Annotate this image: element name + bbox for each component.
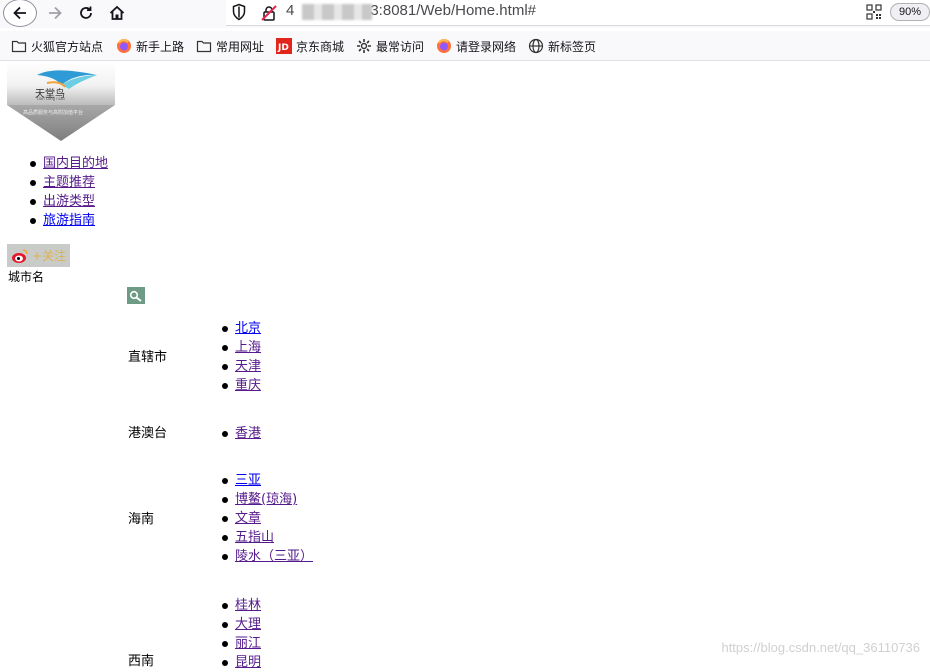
bookmark-new-tab[interactable]: 新标签页 [528, 37, 596, 55]
city-link-dali[interactable]: 大理 [235, 617, 261, 632]
city-item: 大理 [221, 615, 261, 634]
city-link-lingshui[interactable]: 陵水（三亚） [235, 549, 313, 564]
bookmark-label: 常用网址 [216, 39, 265, 54]
nav-item: 国内目的地 [0, 154, 108, 173]
city-link-beijing[interactable]: 北京 [235, 321, 261, 336]
back-button[interactable] [3, 0, 37, 27]
city-link-wuzhishan[interactable]: 五指山 [235, 530, 274, 545]
address-bar[interactable]: 4 3:8081/Web/Home.html# 90% [226, 0, 930, 26]
city-item: 五指山 [221, 528, 313, 547]
city-item: 上海 [221, 338, 261, 357]
nav-item: 旅游指南 [0, 211, 108, 230]
globe-icon [528, 38, 544, 54]
nav-link-domestic[interactable]: 国内目的地 [43, 156, 108, 171]
logo-tagline-text: 高品质服务与高附加值平台 [23, 110, 84, 116]
insecure-lock-icon[interactable] [260, 4, 278, 22]
region-label-hainan: 海南 [128, 512, 155, 527]
qr-code-icon[interactable] [866, 4, 882, 20]
city-item: 桂林 [221, 596, 261, 615]
folder-icon [11, 40, 27, 53]
city-item: 陵水（三亚） [221, 547, 313, 566]
bookmark-most-visited[interactable]: 最常访问 [356, 37, 424, 55]
city-link-wenzhang[interactable]: 文章 [235, 511, 261, 526]
shield-icon[interactable] [232, 3, 246, 21]
weibo-icon [12, 248, 28, 263]
nav-item: 主题推荐 [0, 173, 108, 192]
home-icon [109, 5, 125, 20]
bookmark-label: 新手上路 [136, 39, 185, 54]
bookmark-common-sites[interactable]: 常用网址 [196, 37, 264, 55]
browser-toolbar: 4 3:8081/Web/Home.html# 90% [0, 0, 930, 28]
bird-logo-image [7, 61, 115, 141]
bookmark-label: 最常访问 [376, 39, 425, 54]
bookmark-firefox-official[interactable]: 火狐官方站点 [11, 37, 103, 55]
csdn-watermark: https://blog.csdn.net/qq_36110736 [721, 640, 920, 655]
bookmark-network-login[interactable]: 请登录网络 [436, 37, 516, 55]
city-item: 博鳌(琼海) [221, 490, 313, 509]
city-link-tianjin[interactable]: 天津 [235, 359, 261, 374]
reload-icon [80, 6, 92, 19]
gear-icon [357, 39, 371, 53]
bookmark-label: 新标签页 [548, 39, 597, 54]
folder-icon [196, 40, 212, 53]
city-link-chongqing[interactable]: 重庆 [235, 378, 261, 393]
zoom-level-badge[interactable]: 90% [890, 3, 930, 21]
forward-button[interactable] [40, 0, 70, 26]
city-link-kunming[interactable]: 昆明 [235, 655, 261, 670]
city-list-hk-macau-taiwan: 香港 [221, 424, 261, 443]
nav-link-guide[interactable]: 旅游指南 [43, 213, 95, 228]
city-list-southwest: 桂林 大理 丽江 昆明 [221, 596, 261, 672]
city-item: 昆明 [221, 653, 261, 672]
site-logo[interactable]: 天堂鸟 tian tang niao 高品质服务与高附加值平台 [7, 61, 115, 141]
city-link-sanya[interactable]: 三亚 [235, 473, 261, 488]
city-item: 重庆 [221, 376, 261, 395]
weibo-follow-label: +关注 [32, 249, 67, 263]
city-link-guilin[interactable]: 桂林 [235, 598, 261, 613]
city-item: 文章 [221, 509, 313, 528]
city-link-boao[interactable]: 博鳌(琼海) [235, 492, 297, 507]
city-link-hongkong[interactable]: 香港 [235, 426, 261, 441]
region-label-municipalities: 直辖市 [128, 350, 168, 365]
main-nav: 国内目的地 主题推荐 出游类型 旅游指南 [0, 154, 108, 230]
nav-link-trip-types[interactable]: 出游类型 [43, 194, 95, 209]
city-item: 北京 [221, 319, 261, 338]
city-name-label: 城市名 [8, 270, 45, 284]
reload-button[interactable] [71, 0, 101, 26]
firefox-icon [437, 39, 451, 53]
city-link-shanghai[interactable]: 上海 [235, 340, 261, 355]
city-item: 丽江 [221, 634, 261, 653]
svg-text:JD: JD [277, 43, 289, 53]
firefox-icon [117, 39, 131, 53]
search-icon [129, 290, 142, 302]
bookmark-jd-mall[interactable]: JD 京东商城 [276, 37, 344, 55]
url-suffix: 3:8081/Web/Home.html# [370, 2, 536, 19]
city-link-lijiang[interactable]: 丽江 [235, 636, 261, 651]
jd-icon: JD [276, 38, 292, 54]
bookmark-getting-started[interactable]: 新手上路 [116, 37, 184, 55]
region-label-hk-macau-taiwan: 港澳台 [128, 426, 168, 441]
arrow-right-icon [49, 6, 62, 20]
city-list-municipalities: 北京 上海 天津 重庆 [221, 319, 261, 395]
arrow-left-icon [13, 6, 26, 20]
url-redacted-blur [302, 4, 372, 20]
bookmark-label: 京东商城 [296, 39, 345, 54]
weibo-follow-button[interactable]: +关注 [7, 244, 70, 267]
home-button[interactable] [102, 0, 132, 26]
city-list-hainan: 三亚 博鳌(琼海) 文章 五指山 陵水（三亚） [221, 471, 313, 566]
bookmarks-toolbar: 火狐官方站点 新手上路 常用网址 JD 京东商城 最常访问 请登录网络 新标签页 [0, 31, 930, 61]
url-prefix: 4 [286, 2, 295, 19]
nav-link-themes[interactable]: 主题推荐 [43, 175, 95, 190]
bookmark-label: 火狐官方站点 [31, 39, 104, 54]
nav-item: 出游类型 [0, 192, 108, 211]
city-item: 天津 [221, 357, 261, 376]
search-button[interactable] [127, 287, 145, 304]
city-item: 三亚 [221, 471, 313, 490]
city-item: 香港 [221, 424, 261, 443]
bookmark-label: 请登录网络 [456, 39, 517, 54]
logo-pinyin-text: tian tang niao [37, 96, 65, 101]
